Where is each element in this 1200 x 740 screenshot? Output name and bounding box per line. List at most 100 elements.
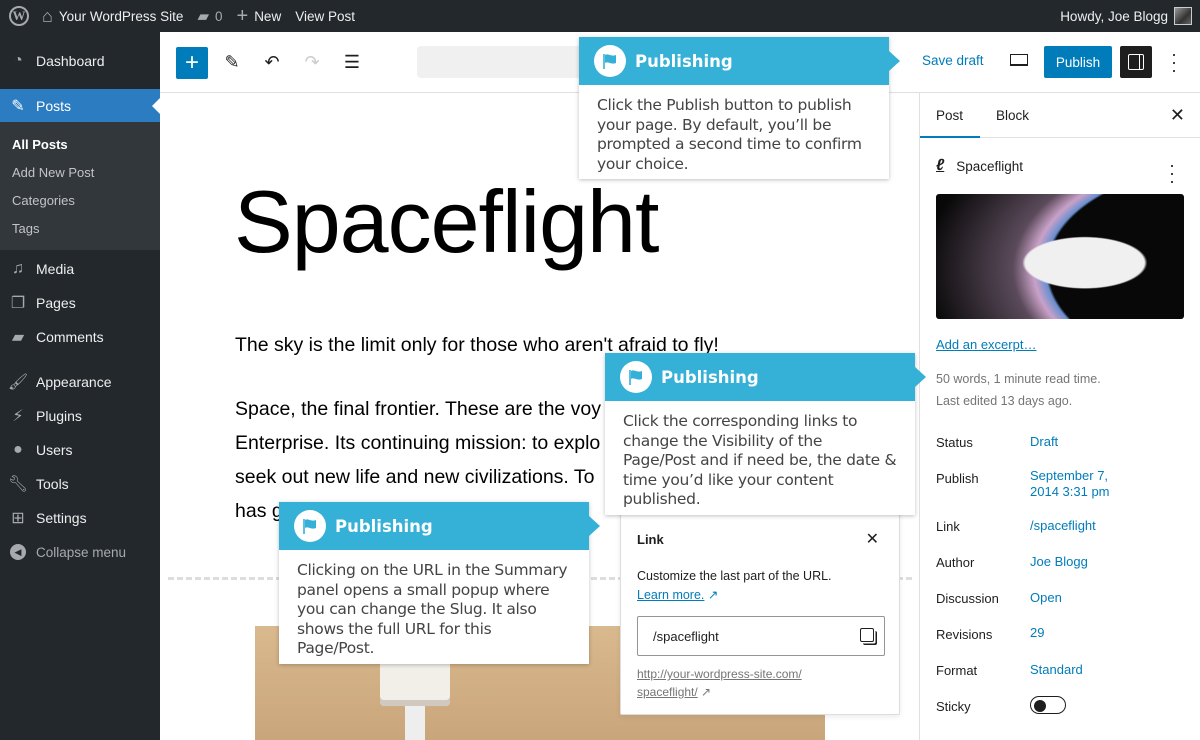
site-name-link[interactable]: ⌂ Your WordPress Site <box>35 0 190 32</box>
settings-toggle-button[interactable] <box>1120 46 1152 78</box>
post-actions-menu-icon[interactable]: · · · <box>1164 156 1180 190</box>
plus-icon: + <box>184 49 199 76</box>
tools-button[interactable]: ✎ <box>220 50 244 74</box>
sticky-label: Sticky <box>936 699 971 714</box>
callout-title: Publishing <box>661 367 759 387</box>
discussion-label: Discussion <box>936 591 999 606</box>
submenu-all-posts[interactable]: All Posts <box>12 137 68 152</box>
sidebar-tabs: Post Block ✕ <box>920 93 1200 138</box>
sidebar-item-label: Comments <box>36 329 104 345</box>
view-post-label: View Post <box>295 8 355 24</box>
document-overview-button[interactable]: ☰ <box>340 50 364 74</box>
sidebar-item-plugins[interactable]: ⚡︎ Plugins <box>0 399 160 433</box>
sticky-toggle[interactable] <box>1030 696 1066 714</box>
status-label: Status <box>936 435 973 450</box>
status-value[interactable]: Draft <box>1030 434 1058 450</box>
view-post-link[interactable]: View Post <box>288 0 362 32</box>
avatar <box>1174 7 1192 25</box>
sidebar-item-users[interactable]: ● Users <box>0 433 160 467</box>
pages-icon: ❐ <box>10 295 26 312</box>
post-summary-title: Spaceflight <box>956 158 1024 174</box>
format-label: Format <box>936 663 978 678</box>
redo-button[interactable]: ↷ <box>300 50 324 74</box>
feather-icon: ℓ <box>936 157 945 174</box>
sidebar-item-label: Pages <box>36 295 76 311</box>
callout-header: Publishing <box>279 502 600 550</box>
toggle-knob <box>1034 700 1046 712</box>
submenu-add-new-post[interactable]: Add New Post <box>12 165 94 180</box>
close-popover-icon[interactable]: ✕ <box>866 529 879 549</box>
publishing-callout: Publishing Click the corresponding links… <box>605 353 926 515</box>
save-draft-button[interactable]: Save draft <box>922 53 984 68</box>
slug-input[interactable]: /spaceflight <box>637 616 885 656</box>
site-name-label: Your WordPress Site <box>58 8 184 24</box>
list-view-icon: ☰ <box>343 51 361 72</box>
plugin-icon: ⚡︎ <box>12 408 24 425</box>
flag-icon <box>294 510 326 542</box>
collapse-icon: ◀ <box>10 544 26 560</box>
close-sidebar-icon[interactable]: ✕ <box>1170 105 1185 126</box>
sidebar-item-settings[interactable]: ⊞ Settings <box>0 501 160 535</box>
external-link-icon: ↗ <box>707 588 719 602</box>
user-icon: ● <box>13 441 23 458</box>
author-value[interactable]: Joe Blogg <box>1030 554 1088 570</box>
publish-date-value[interactable]: September 7, 2014 3:31 pm <box>1030 468 1110 500</box>
sidebar-item-pages[interactable]: ❐ Pages <box>0 286 160 320</box>
comment-icon: ▰ <box>197 7 209 25</box>
submenu-tags[interactable]: Tags <box>12 221 39 236</box>
undo-button[interactable]: ↶ <box>260 50 284 74</box>
collapse-menu-button[interactable]: ◀ Collapse menu <box>0 535 160 569</box>
post-title[interactable]: Spaceflight <box>234 171 659 273</box>
wordpress-logo-icon[interactable]: W <box>9 6 29 26</box>
callout-body: Click the corresponding links to change … <box>623 412 897 508</box>
external-link-icon: ↗ <box>701 685 712 699</box>
brush-icon: 🖌︎ <box>7 374 29 391</box>
options-menu-icon[interactable]: · · · <box>1166 45 1182 79</box>
active-tab-indicator <box>920 136 980 138</box>
wrench-icon: 🔧︎ <box>7 476 29 493</box>
copy-icon[interactable] <box>860 628 874 642</box>
sidebar-item-comments[interactable]: ▰ Comments <box>0 320 160 354</box>
sidebar-item-tools[interactable]: 🔧︎ Tools <box>0 467 160 501</box>
callout-body: Clicking on the URL in the Summary panel… <box>297 561 568 657</box>
add-excerpt-link[interactable]: Add an excerpt… <box>936 337 1036 352</box>
publish-button[interactable]: Publish <box>1044 46 1112 78</box>
link-value[interactable]: /spaceflight <box>1030 518 1096 534</box>
revisions-label: Revisions <box>936 627 993 642</box>
flag-icon <box>620 361 652 393</box>
settings-sidebar: Post Block ✕ ℓ Spaceflight · · · Add an ex… <box>919 93 1200 740</box>
learn-more-link[interactable]: Learn more. ↗ <box>637 587 718 602</box>
sidebar-item-appearance[interactable]: 🖌︎ Appearance <box>0 365 160 399</box>
comments-link[interactable]: ▰ 0 <box>190 0 229 32</box>
dashboard-icon: ◔ <box>13 52 23 69</box>
callout-header: Publishing <box>579 37 900 85</box>
collapse-label: Collapse menu <box>36 544 127 560</box>
featured-image[interactable] <box>936 194 1184 319</box>
sidebar-item-dashboard[interactable]: ◔ Dashboard <box>0 44 160 78</box>
sidebar-item-posts[interactable]: ✎ Posts <box>0 89 160 123</box>
callout-header: Publishing <box>605 353 926 401</box>
new-content-link[interactable]: + New <box>230 0 289 32</box>
sidebar-item-media[interactable]: ♫ Media <box>0 252 160 286</box>
link-popover: Link ✕ Customize the last part of the UR… <box>620 510 900 715</box>
admin-sidebar: ◔ Dashboard ✎ Posts All Posts Add New Po… <box>0 32 160 740</box>
posts-submenu: All Posts Add New Post Categories Tags <box>0 122 160 250</box>
account-menu[interactable]: Howdy, Joe Blogg <box>1060 0 1192 32</box>
callout-title: Publishing <box>635 51 733 71</box>
format-value[interactable]: Standard <box>1030 662 1083 678</box>
tab-post[interactable]: Post <box>936 108 963 123</box>
greeting: Howdy, Joe Blogg <box>1060 8 1168 24</box>
full-url-line: spaceflight/ <box>637 685 698 699</box>
preview-icon[interactable] <box>1010 54 1028 66</box>
full-url-link[interactable]: http://your-wordpress-site.com/ spacefli… <box>637 665 802 701</box>
revisions-value[interactable]: 29 <box>1030 625 1044 641</box>
pin-icon: ✎ <box>11 98 25 115</box>
link-label: Link <box>936 519 960 534</box>
tab-block[interactable]: Block <box>996 108 1029 123</box>
submenu-categories[interactable]: Categories <box>12 193 75 208</box>
comment-icon: ▰ <box>11 329 25 346</box>
discussion-value[interactable]: Open <box>1030 590 1062 606</box>
media-icon: ♫ <box>12 260 24 277</box>
home-icon: ⌂ <box>42 6 53 26</box>
block-inserter-button[interactable]: + <box>176 47 208 79</box>
